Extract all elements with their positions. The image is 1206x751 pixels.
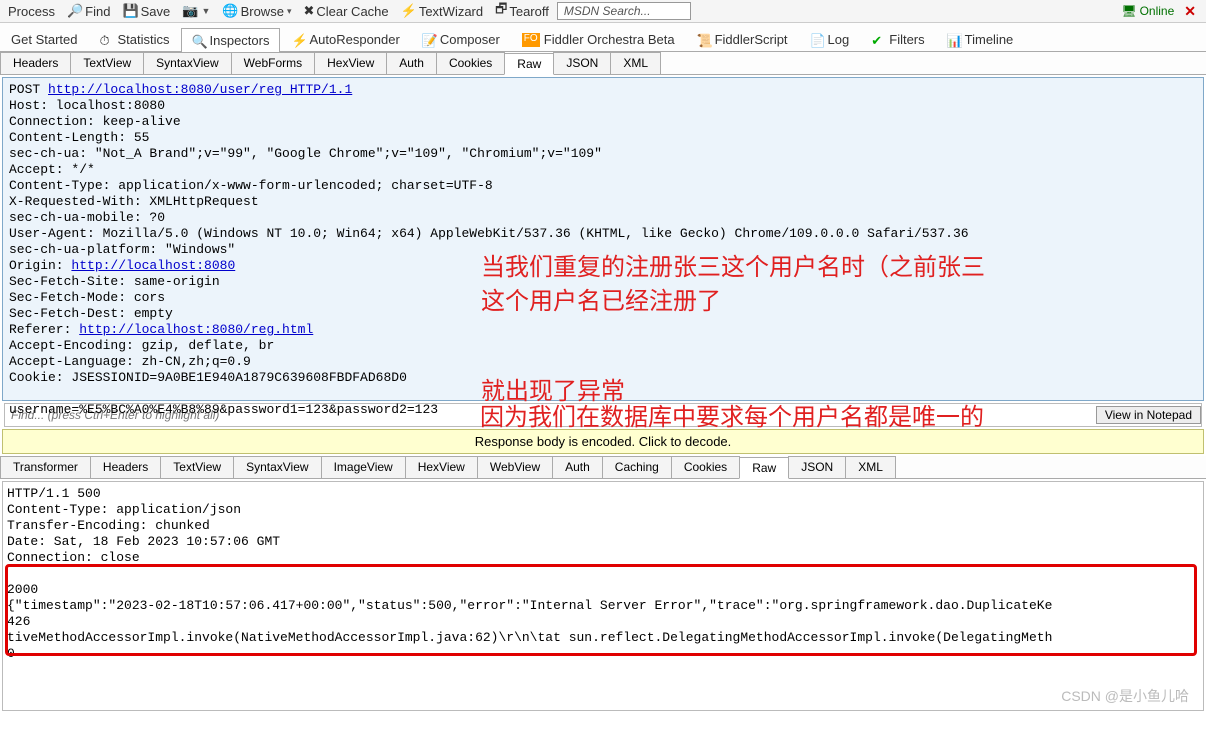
response-tab-caching[interactable]: Caching bbox=[602, 456, 672, 478]
request-tab-auth[interactable]: Auth bbox=[386, 52, 437, 74]
request-tab-webforms[interactable]: WebForms bbox=[231, 52, 315, 74]
find-button[interactable]: 🔎Find bbox=[63, 3, 114, 19]
request-raw-text[interactable]: POST http://localhost:8080/user/reg HTTP… bbox=[3, 78, 1203, 422]
tearoff-icon: 🗗 bbox=[495, 0, 507, 22]
online-status[interactable]: 🖥Online bbox=[1121, 4, 1174, 18]
tab-filters[interactable]: Filters bbox=[860, 27, 935, 51]
response-tab-transformer[interactable]: Transformer bbox=[0, 456, 91, 478]
tab-composer[interactable]: 📝Composer bbox=[411, 27, 511, 51]
tab-fo-beta[interactable]: FOFiddler Orchestra Beta bbox=[511, 27, 686, 51]
tab-autoresponder[interactable]: ⚡AutoResponder bbox=[280, 27, 410, 51]
browse-icon: 🌐 bbox=[222, 3, 238, 19]
stats-icon: ⏱ bbox=[99, 33, 113, 47]
request-tab-textview[interactable]: TextView bbox=[70, 52, 144, 74]
tearoff-button[interactable]: 🗗Tearoff bbox=[491, 0, 553, 22]
response-tab-bar: TransformerHeadersTextViewSyntaxViewImag… bbox=[0, 456, 1206, 479]
response-tab-hexview[interactable]: HexView bbox=[405, 456, 478, 478]
response-tab-json[interactable]: JSON bbox=[788, 456, 846, 478]
request-tab-bar: HeadersTextViewSyntaxViewWebFormsHexView… bbox=[0, 52, 1206, 75]
request-tab-cookies[interactable]: Cookies bbox=[436, 52, 505, 74]
clear-icon: ✖ bbox=[303, 3, 314, 19]
watermark: CSDN @是小鱼儿哈 bbox=[1061, 686, 1189, 706]
save-button[interactable]: 💾Save bbox=[118, 3, 174, 19]
response-tab-imageview[interactable]: ImageView bbox=[321, 456, 406, 478]
camera-icon: 📷 bbox=[182, 3, 198, 19]
wizard-icon: ⚡ bbox=[401, 3, 417, 19]
response-tab-cookies[interactable]: Cookies bbox=[671, 456, 740, 478]
find-icon: 🔎 bbox=[67, 3, 83, 19]
filters-icon bbox=[871, 33, 885, 47]
response-tab-syntaxview[interactable]: SyntaxView bbox=[233, 456, 321, 478]
log-icon: 📄 bbox=[810, 33, 824, 47]
camera-button[interactable]: 📷▼ bbox=[178, 3, 214, 19]
process-button[interactable]: Process bbox=[4, 4, 59, 19]
tab-get-started[interactable]: Get Started bbox=[0, 27, 88, 51]
tab-fiddlerscript[interactable]: 📜FiddlerScript bbox=[686, 27, 799, 51]
response-tab-textview[interactable]: TextView bbox=[160, 456, 234, 478]
request-tab-syntaxview[interactable]: SyntaxView bbox=[143, 52, 231, 74]
fo-icon: FO bbox=[522, 33, 540, 47]
response-tab-webview[interactable]: WebView bbox=[477, 456, 553, 478]
clear-cache-button[interactable]: ✖Clear Cache bbox=[299, 3, 392, 19]
main-tab-bar: Get Started ⏱Statistics 🔍Inspectors ⚡Aut… bbox=[0, 23, 1206, 52]
request-tab-hexview[interactable]: HexView bbox=[314, 52, 387, 74]
browse-button[interactable]: 🌐Browse▾ bbox=[218, 3, 295, 19]
composer-icon: 📝 bbox=[422, 33, 436, 47]
textwizard-button[interactable]: ⚡TextWizard bbox=[397, 3, 487, 19]
tab-statistics[interactable]: ⏱Statistics bbox=[88, 27, 180, 51]
timeline-icon: 📊 bbox=[947, 33, 961, 47]
request-tab-raw[interactable]: Raw bbox=[504, 53, 554, 75]
autoresponder-icon: ⚡ bbox=[291, 33, 305, 47]
inspectors-icon: 🔍 bbox=[192, 34, 206, 48]
tab-inspectors[interactable]: 🔍Inspectors bbox=[181, 28, 281, 52]
top-toolbar: Process 🔎Find 💾Save 📷▼ 🌐Browse▾ ✖Clear C… bbox=[0, 0, 1206, 23]
tab-log[interactable]: 📄Log bbox=[799, 27, 861, 51]
tab-timeline[interactable]: 📊Timeline bbox=[936, 27, 1025, 51]
response-tab-xml[interactable]: XML bbox=[845, 456, 896, 478]
request-tab-xml[interactable]: XML bbox=[610, 52, 661, 74]
response-tab-headers[interactable]: Headers bbox=[90, 456, 161, 478]
request-raw-panel[interactable]: POST http://localhost:8080/user/reg HTTP… bbox=[2, 77, 1204, 401]
online-icon: 🖥 bbox=[1121, 4, 1136, 18]
msdn-search-input[interactable]: MSDN Search... bbox=[557, 2, 691, 20]
response-raw-panel[interactable]: HTTP/1.1 500 Content-Type: application/j… bbox=[2, 481, 1204, 711]
response-tab-auth[interactable]: Auth bbox=[552, 456, 603, 478]
request-tab-headers[interactable]: Headers bbox=[0, 52, 71, 74]
response-raw-text[interactable]: HTTP/1.1 500 Content-Type: application/j… bbox=[7, 486, 1199, 662]
request-tab-json[interactable]: JSON bbox=[553, 52, 611, 74]
save-icon: 💾 bbox=[122, 3, 138, 19]
script-icon: 📜 bbox=[697, 33, 711, 47]
decode-bar[interactable]: Response body is encoded. Click to decod… bbox=[2, 429, 1204, 454]
response-tab-raw[interactable]: Raw bbox=[739, 457, 789, 479]
close-button[interactable]: ✕ bbox=[1178, 3, 1202, 20]
